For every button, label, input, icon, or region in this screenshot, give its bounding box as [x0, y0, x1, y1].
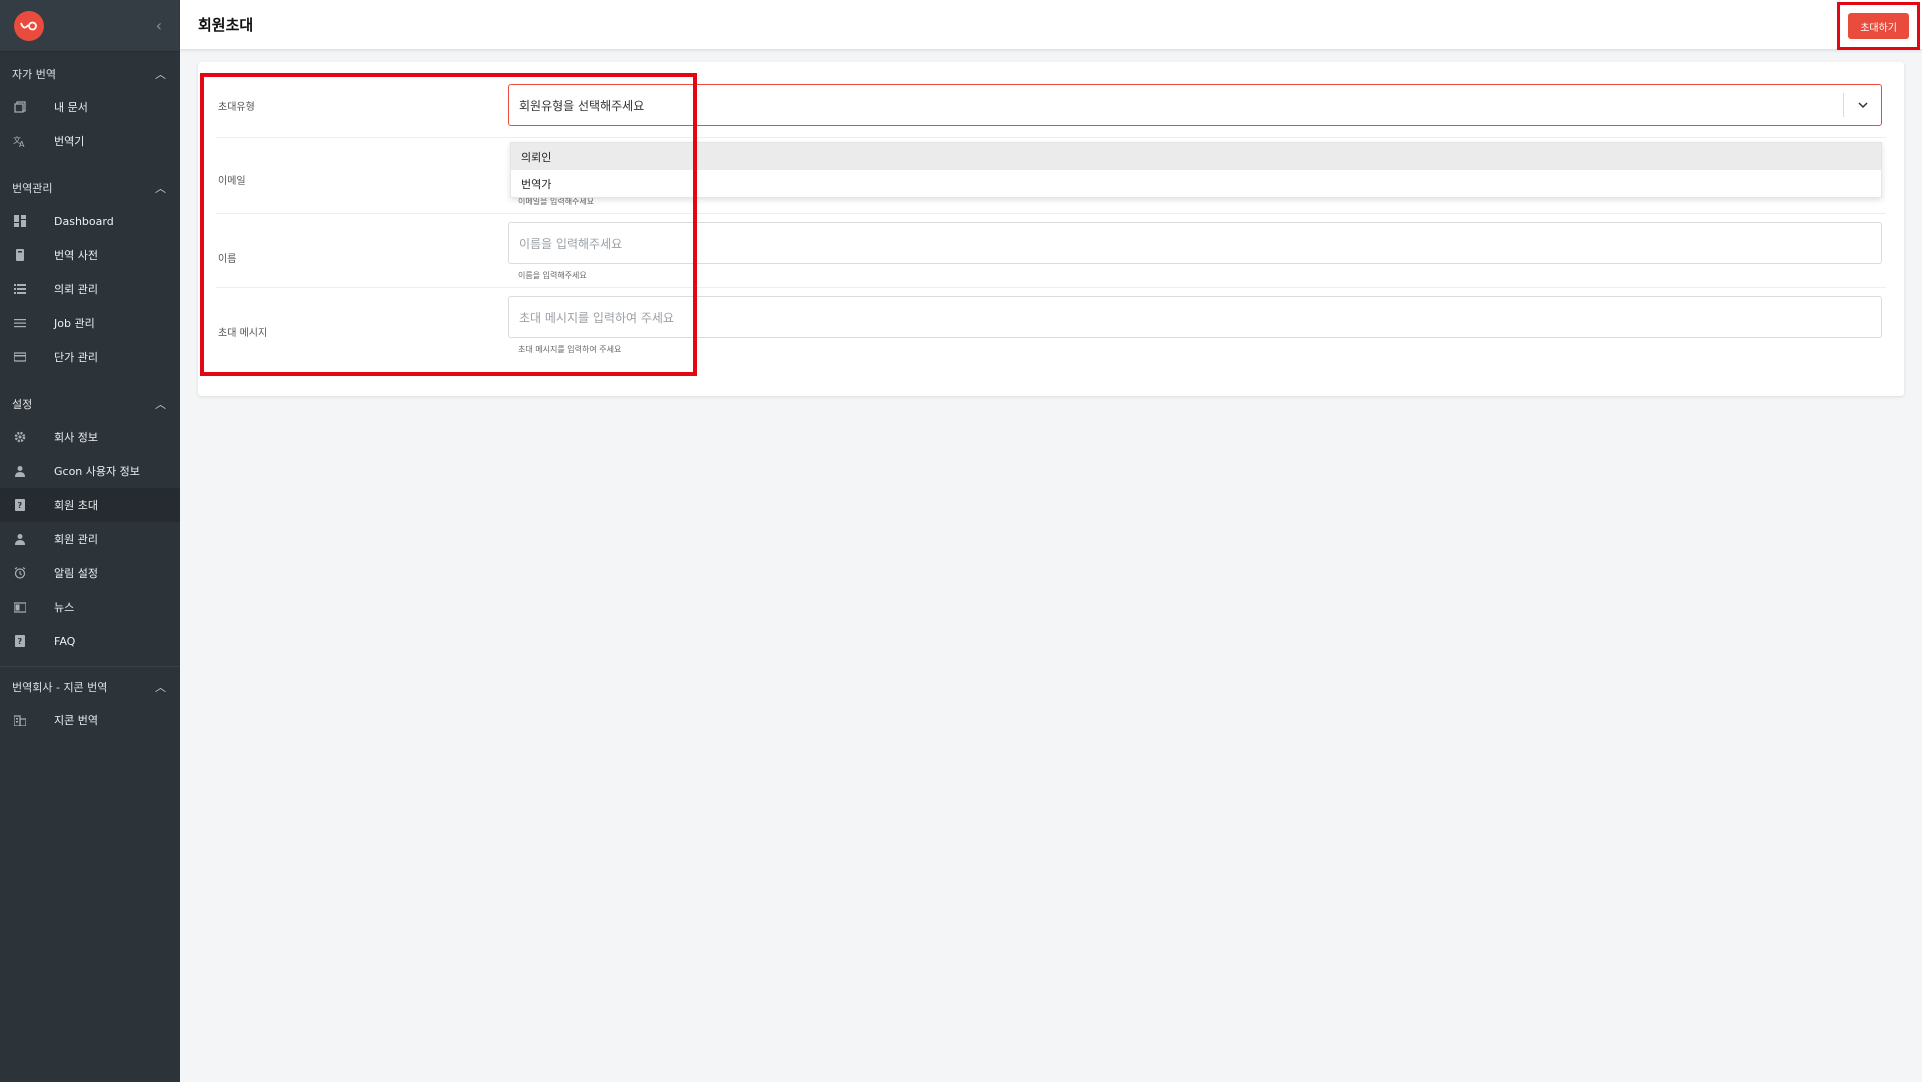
person-icon [12, 463, 28, 479]
chevron-up-icon[interactable]: ︿ [155, 66, 166, 82]
section-header[interactable]: 번역회사 - 지콘 번역 ︿ [0, 671, 180, 703]
sidebar-item-request-management[interactable]: 의뢰 관리 [0, 272, 180, 306]
form-row-name: 이름 이름을 입력해주세요 이름을 입력해주세요 [216, 214, 1886, 288]
section-title: 설정 [12, 398, 33, 411]
sidebar-item-label: 알림 설정 [54, 567, 98, 580]
option-client[interactable]: 의뢰인 [511, 143, 1881, 170]
svg-text:?: ? [18, 501, 23, 510]
svg-text:A: A [19, 140, 25, 148]
message-helper-text: 초대 메시지를 입력하여 주세요 [518, 345, 622, 354]
list-icon [12, 281, 28, 297]
sidebar-item-news[interactable]: 뉴스 [0, 590, 180, 624]
sidebar-item-faq[interactable]: ? FAQ [0, 624, 180, 658]
invite-type-label: 초대유형 [218, 102, 255, 113]
chevron-up-icon[interactable]: ︿ [155, 679, 166, 695]
sidebar-section-translation-management: 번역관리 ︿ Dashboard 번역 사전 의뢰 관리 Job 관리 단가 관… [0, 158, 180, 374]
help-icon: ? [12, 633, 28, 649]
form-row-message: 초대 메시지 초대 메시지를 입력하여 주세요 초대 메시지를 입력하여 주세요 [216, 288, 1886, 362]
sidebar-section-translation-company: 번역회사 - 지콘 번역 ︿ 지콘 번역 [0, 671, 180, 737]
section-title: 번역관리 [12, 182, 53, 195]
sidebar-item-gcon-translation[interactable]: 지콘 번역 [0, 703, 180, 737]
sidebar-item-label: 번역기 [54, 135, 85, 148]
message-input[interactable]: 초대 메시지를 입력하여 주세요 [508, 296, 1882, 338]
brand-logo[interactable] [14, 10, 44, 41]
sidebar-item-job-management[interactable]: Job 관리 [0, 306, 180, 340]
section-header[interactable]: 자가 번역 ︿ [0, 58, 180, 90]
chevron-up-icon[interactable]: ︿ [155, 180, 166, 196]
email-label: 이메일 [218, 176, 246, 187]
sidebar-section-settings: 설정 ︿ 회사 정보 Gcon 사용자 정보 ? 회원 초대 회원 관리 알림 … [0, 374, 180, 658]
sidebar-item-label: Gcon 사용자 정보 [54, 465, 140, 478]
sidebar: ‹ 자가 번역 ︿ 내 문서 文A 번역기 번역관리 ︿ Dashboard 번… [0, 0, 180, 1082]
top-header: 회원초대 초대하기 [180, 0, 1922, 50]
book-icon [12, 247, 28, 263]
sidebar-item-label: 지콘 번역 [54, 714, 98, 727]
sidebar-item-price-management[interactable]: 단가 관리 [0, 340, 180, 374]
sidebar-item-label: 뉴스 [54, 601, 75, 614]
documents-icon [12, 99, 28, 115]
sidebar-item-label: 번역 사전 [54, 249, 98, 262]
option-translator[interactable]: 번역가 [511, 170, 1881, 197]
sidebar-item-label: 의뢰 관리 [54, 283, 98, 296]
person-icon [12, 531, 28, 547]
sidebar-header: ‹ [0, 0, 180, 52]
sidebar-item-label: FAQ [54, 634, 76, 648]
name-label: 이름 [218, 254, 237, 265]
sidebar-item-label: 회원 초대 [54, 499, 98, 512]
name-input[interactable]: 이름을 입력해주세요 [508, 222, 1882, 264]
sidebar-divider [0, 666, 180, 667]
dashboard-icon [12, 213, 28, 229]
section-title: 번역회사 - 지콘 번역 [12, 681, 108, 694]
chevron-down-icon[interactable] [1843, 93, 1881, 117]
news-icon [12, 599, 28, 615]
sidebar-item-dictionary[interactable]: 번역 사전 [0, 238, 180, 272]
sidebar-item-label: 내 문서 [54, 101, 88, 114]
sidebar-item-my-documents[interactable]: 내 문서 [0, 90, 180, 124]
invite-type-select[interactable]: 회원유형을 선택해주세요 [508, 84, 1882, 126]
sidebar-item-gcon-user-info[interactable]: Gcon 사용자 정보 [0, 454, 180, 488]
translate-icon: 文A [12, 133, 28, 149]
building-icon [12, 712, 28, 728]
name-helper-text: 이름을 입력해주세요 [518, 271, 587, 280]
section-header[interactable]: 번역관리 ︿ [0, 172, 180, 204]
gear-icon [12, 429, 28, 445]
svg-text:?: ? [18, 637, 23, 646]
sidebar-item-translator[interactable]: 文A 번역기 [0, 124, 180, 158]
sidebar-item-notification-settings[interactable]: 알림 설정 [0, 556, 180, 590]
sidebar-item-label: Job 관리 [54, 317, 95, 330]
highlight-invite-button: 초대하기 [1837, 2, 1920, 50]
chevron-up-icon[interactable]: ︿ [155, 396, 166, 412]
help-icon: ? [12, 497, 28, 513]
sidebar-item-member-invite[interactable]: ? 회원 초대 [0, 488, 180, 522]
sidebar-item-label: 단가 관리 [54, 351, 98, 364]
sidebar-item-label: Dashboard [54, 214, 114, 228]
invite-type-dropdown: 의뢰인 번역가 [510, 142, 1882, 198]
message-placeholder: 초대 메시지를 입력하여 주세요 [519, 310, 674, 325]
name-placeholder: 이름을 입력해주세요 [519, 236, 623, 251]
sidebar-item-member-management[interactable]: 회원 관리 [0, 522, 180, 556]
sidebar-item-label: 회사 정보 [54, 431, 98, 444]
section-title: 자가 번역 [12, 68, 56, 81]
sidebar-item-dashboard[interactable]: Dashboard [0, 204, 180, 238]
list-lines-icon [12, 315, 28, 331]
invite-form-card: 초대유형 회원유형을 선택해주세요 이메일 이메일을 입력해주세요 이름 이름을… [198, 62, 1904, 396]
alarm-icon [12, 565, 28, 581]
invite-type-placeholder: 회원유형을 선택해주세요 [519, 98, 645, 113]
sidebar-item-label: 회원 관리 [54, 533, 98, 546]
invite-button[interactable]: 초대하기 [1848, 13, 1909, 39]
sidebar-item-company-info[interactable]: 회사 정보 [0, 420, 180, 454]
page-title: 회원초대 [198, 16, 254, 34]
chevron-left-icon[interactable]: ‹ [156, 16, 162, 35]
form-row-invite-type: 초대유형 회원유형을 선택해주세요 [216, 72, 1886, 138]
sidebar-section-self-translate: 자가 번역 ︿ 내 문서 文A 번역기 [0, 52, 180, 158]
message-label: 초대 메시지 [218, 328, 268, 339]
card-icon [12, 349, 28, 365]
section-header[interactable]: 설정 ︿ [0, 388, 180, 420]
